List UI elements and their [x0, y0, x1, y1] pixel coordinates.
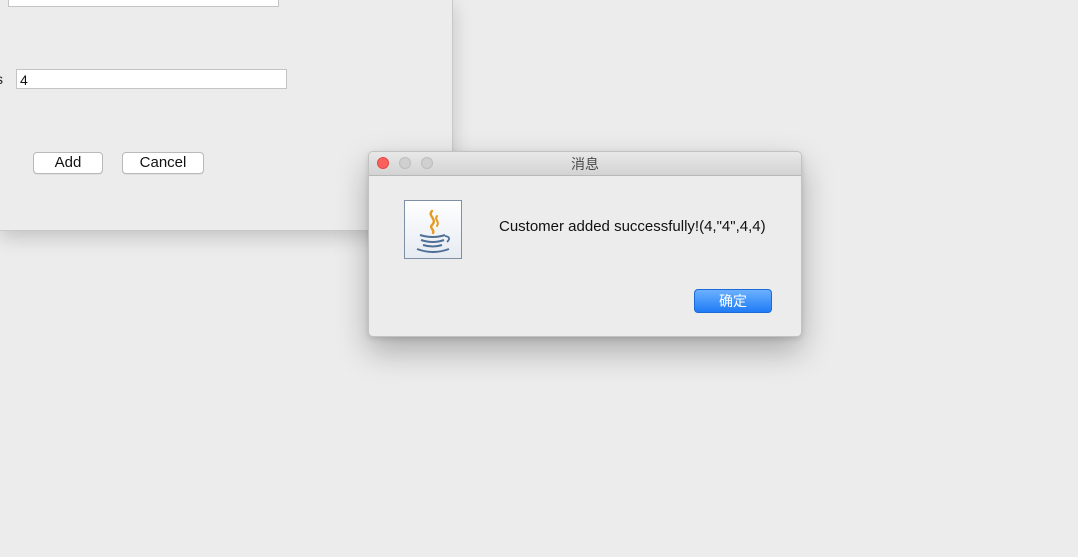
- dialog-titlebar[interactable]: 消息: [369, 152, 801, 176]
- java-icon: [404, 200, 462, 259]
- add-button[interactable]: Add: [33, 152, 103, 174]
- dialog-message: Customer added successfully!(4,"4",4,4): [499, 218, 766, 235]
- cancel-button[interactable]: Cancel: [122, 152, 204, 174]
- form-field-top[interactable]: [8, 0, 279, 7]
- desktop: s 4 Add Cancel 消息 Customer ad: [0, 0, 1078, 557]
- form-field-value[interactable]: 4: [16, 69, 287, 89]
- dialog-title: 消息: [571, 156, 599, 172]
- form-field-label-partial: s: [0, 71, 3, 87]
- ok-button[interactable]: 确定: [694, 289, 772, 313]
- message-dialog: 消息 Customer added successfully!(4,"4",4,…: [368, 151, 802, 337]
